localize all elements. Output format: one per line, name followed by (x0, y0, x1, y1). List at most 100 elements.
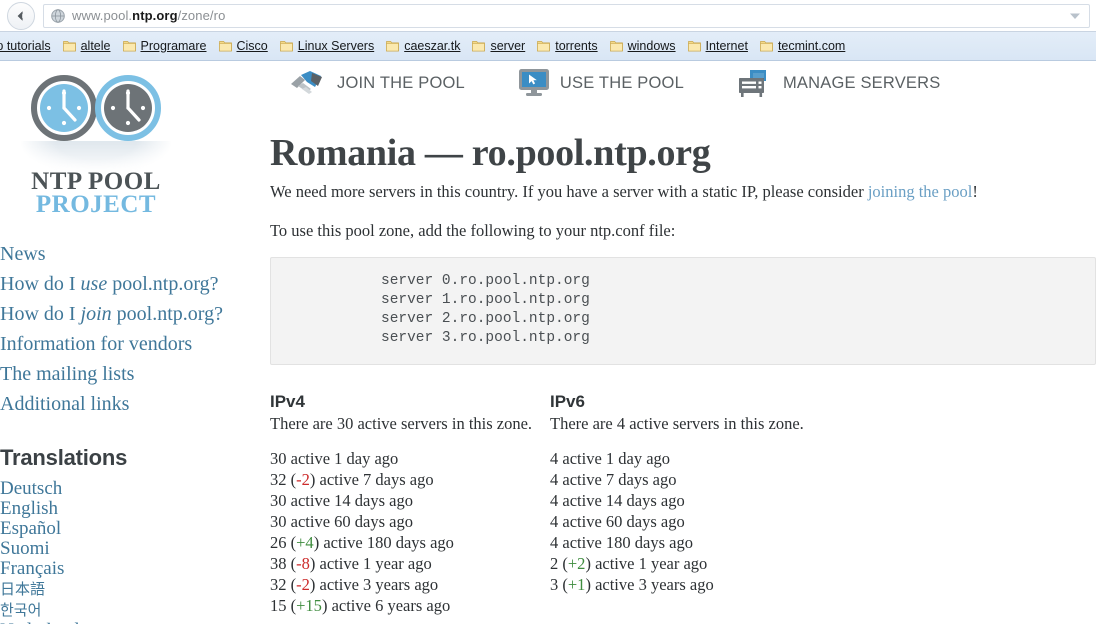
folder-icon (123, 40, 136, 52)
stats-row: 4 active 14 days ago (550, 490, 830, 511)
translations-heading: Translations (0, 445, 232, 471)
period-label: active 60 days ago (291, 512, 413, 531)
period-label: active 14 days ago (291, 491, 413, 510)
stats-row: 3 (+1) active 3 years ago (550, 574, 830, 595)
server-stats: IPv4 There are 30 active servers in this… (270, 392, 1096, 616)
sidebar-nav: NewsHow do I use pool.ntp.org?How do I j… (0, 239, 232, 419)
stats-row: 30 active 60 days ago (270, 511, 550, 532)
bookmark-item[interactable]: tecmint.com (760, 39, 845, 53)
sidebar-link[interactable]: How do I use pool.ntp.org? (0, 269, 232, 299)
server-count: 26 (270, 533, 287, 552)
period-label: active 60 days ago (562, 512, 684, 531)
stats-row: 30 active 1 day ago (270, 448, 550, 469)
clock-left (34, 78, 94, 138)
translation-link[interactable]: 日本語 (0, 579, 232, 600)
server-count: 15 (270, 596, 287, 615)
ipv4-column: IPv4 There are 30 active servers in this… (270, 392, 550, 616)
sidebar-link[interactable]: How do I join pool.ntp.org? (0, 299, 232, 329)
bookmark-item[interactable]: altele (63, 39, 111, 53)
bookmark-label: caeszar.tk (404, 39, 460, 53)
bookmark-item[interactable]: Internet (688, 39, 748, 53)
period-label: active 7 days ago (320, 470, 434, 489)
server-count: 4 (550, 470, 558, 489)
server-count: 30 (270, 512, 287, 531)
stats-row: 30 active 14 days ago (270, 490, 550, 511)
delta-value: +2 (568, 554, 586, 573)
sidebar-link[interactable]: Information for vendors (0, 329, 232, 359)
bookmark-label: tecmint.com (778, 39, 845, 53)
back-button[interactable] (7, 2, 35, 30)
url-input[interactable]: www.pool.ntp.org/zone/ro (43, 4, 1090, 28)
server-count: 2 (550, 554, 558, 573)
bookmark-item[interactable]: Cisco (219, 39, 268, 53)
ipv6-summary: There are 4 active servers in this zone. (550, 414, 830, 434)
bookmark-item[interactable]: windows (610, 39, 676, 53)
translation-link[interactable]: Suomi (0, 539, 232, 559)
period-label: active 1 day ago (562, 449, 670, 468)
stats-row: 4 active 180 days ago (550, 532, 830, 553)
bookmark-item[interactable]: caeszar.tk (386, 39, 460, 53)
nav-label: JOIN THE POOL (337, 74, 465, 93)
sidebar-link[interactable]: The mailing lists (0, 359, 232, 389)
folder-icon (280, 40, 293, 52)
server-count: 30 (270, 491, 287, 510)
folder-icon (760, 40, 773, 52)
stats-row: 15 (+15) active 6 years ago (270, 595, 550, 616)
url-prefix: www.pool. (72, 8, 132, 23)
nav-manage-servers[interactable]: MANAGE SERVERS (736, 67, 940, 99)
bookmark-item[interactable]: server (472, 39, 525, 53)
translations-list: DeutschEnglishEspañolSuomiFrançais日本語한국어… (0, 479, 232, 624)
bookmark-item[interactable]: torrents (537, 39, 597, 53)
sidebar: NTP POOL PROJECT NewsHow do I use pool.n… (0, 61, 232, 624)
translation-link[interactable]: Français (0, 559, 232, 579)
bookmark-label: windows (628, 39, 676, 53)
folder-icon (688, 40, 701, 52)
delta-value: +4 (296, 533, 314, 552)
ipv6-column: IPv6 There are 4 active servers in this … (550, 392, 830, 616)
bookmark-item[interactable]: Programare (123, 39, 207, 53)
bookmark-item[interactable]: mp tutorials (0, 39, 51, 53)
sidebar-link[interactable]: Additional links (0, 389, 232, 419)
sidebar-link[interactable]: News (0, 239, 232, 269)
stats-row: 4 active 60 days ago (550, 511, 830, 532)
nav-label: MANAGE SERVERS (783, 74, 940, 93)
folder-icon (472, 40, 485, 52)
folder-icon (537, 40, 550, 52)
code-line: server 0.ro.pool.ntp.org (381, 272, 1095, 291)
folder-icon (219, 40, 232, 52)
conf-instruction: To use this pool zone, add the following… (270, 220, 1096, 242)
site-logo[interactable]: NTP POOL PROJECT (0, 61, 210, 217)
bookmark-item[interactable]: Linux Servers (280, 39, 374, 53)
folder-icon (386, 40, 399, 52)
stats-row: 26 (+4) active 180 days ago (270, 532, 550, 553)
nav-use-the-pool[interactable]: USE THE POOL (517, 67, 684, 99)
stats-row: 32 (-2) active 7 days ago (270, 469, 550, 490)
two-clocks-icon (16, 75, 176, 141)
ipv4-history-list: 30 active 1 day ago32 (-2) active 7 days… (270, 448, 550, 616)
translation-link[interactable]: Deutsch (0, 479, 232, 499)
logo-text-secondary: PROJECT (0, 192, 210, 217)
logo-wordmark: NTP POOL PROJECT (0, 169, 210, 217)
handshake-icon (288, 67, 328, 99)
translation-link[interactable]: 한국어 (0, 600, 232, 621)
server-count: 3 (550, 575, 558, 594)
joining-the-pool-link[interactable]: joining the pool (868, 182, 973, 201)
stats-row: 4 active 7 days ago (550, 469, 830, 490)
delta-value: +15 (296, 596, 322, 615)
chevron-down-icon[interactable] (1069, 11, 1081, 21)
translation-link[interactable]: Español (0, 519, 232, 539)
ipv4-summary: There are 30 active servers in this zone… (270, 414, 550, 434)
code-line: server 1.ro.pool.ntp.org (381, 291, 1095, 310)
globe-icon (50, 8, 66, 24)
period-label: active 6 years ago (332, 596, 451, 615)
period-label: active 1 year ago (595, 554, 707, 573)
delta-value: +1 (568, 575, 586, 594)
period-label: active 1 year ago (320, 554, 432, 573)
nav-join-the-pool[interactable]: JOIN THE POOL (288, 67, 465, 99)
bookmark-label: mp tutorials (0, 39, 51, 53)
server-count: 38 (270, 554, 287, 573)
period-label: active 1 day ago (291, 449, 399, 468)
stats-row: 38 (-8) active 1 year ago (270, 553, 550, 574)
translation-link[interactable]: English (0, 499, 232, 519)
server-count: 4 (550, 512, 558, 531)
